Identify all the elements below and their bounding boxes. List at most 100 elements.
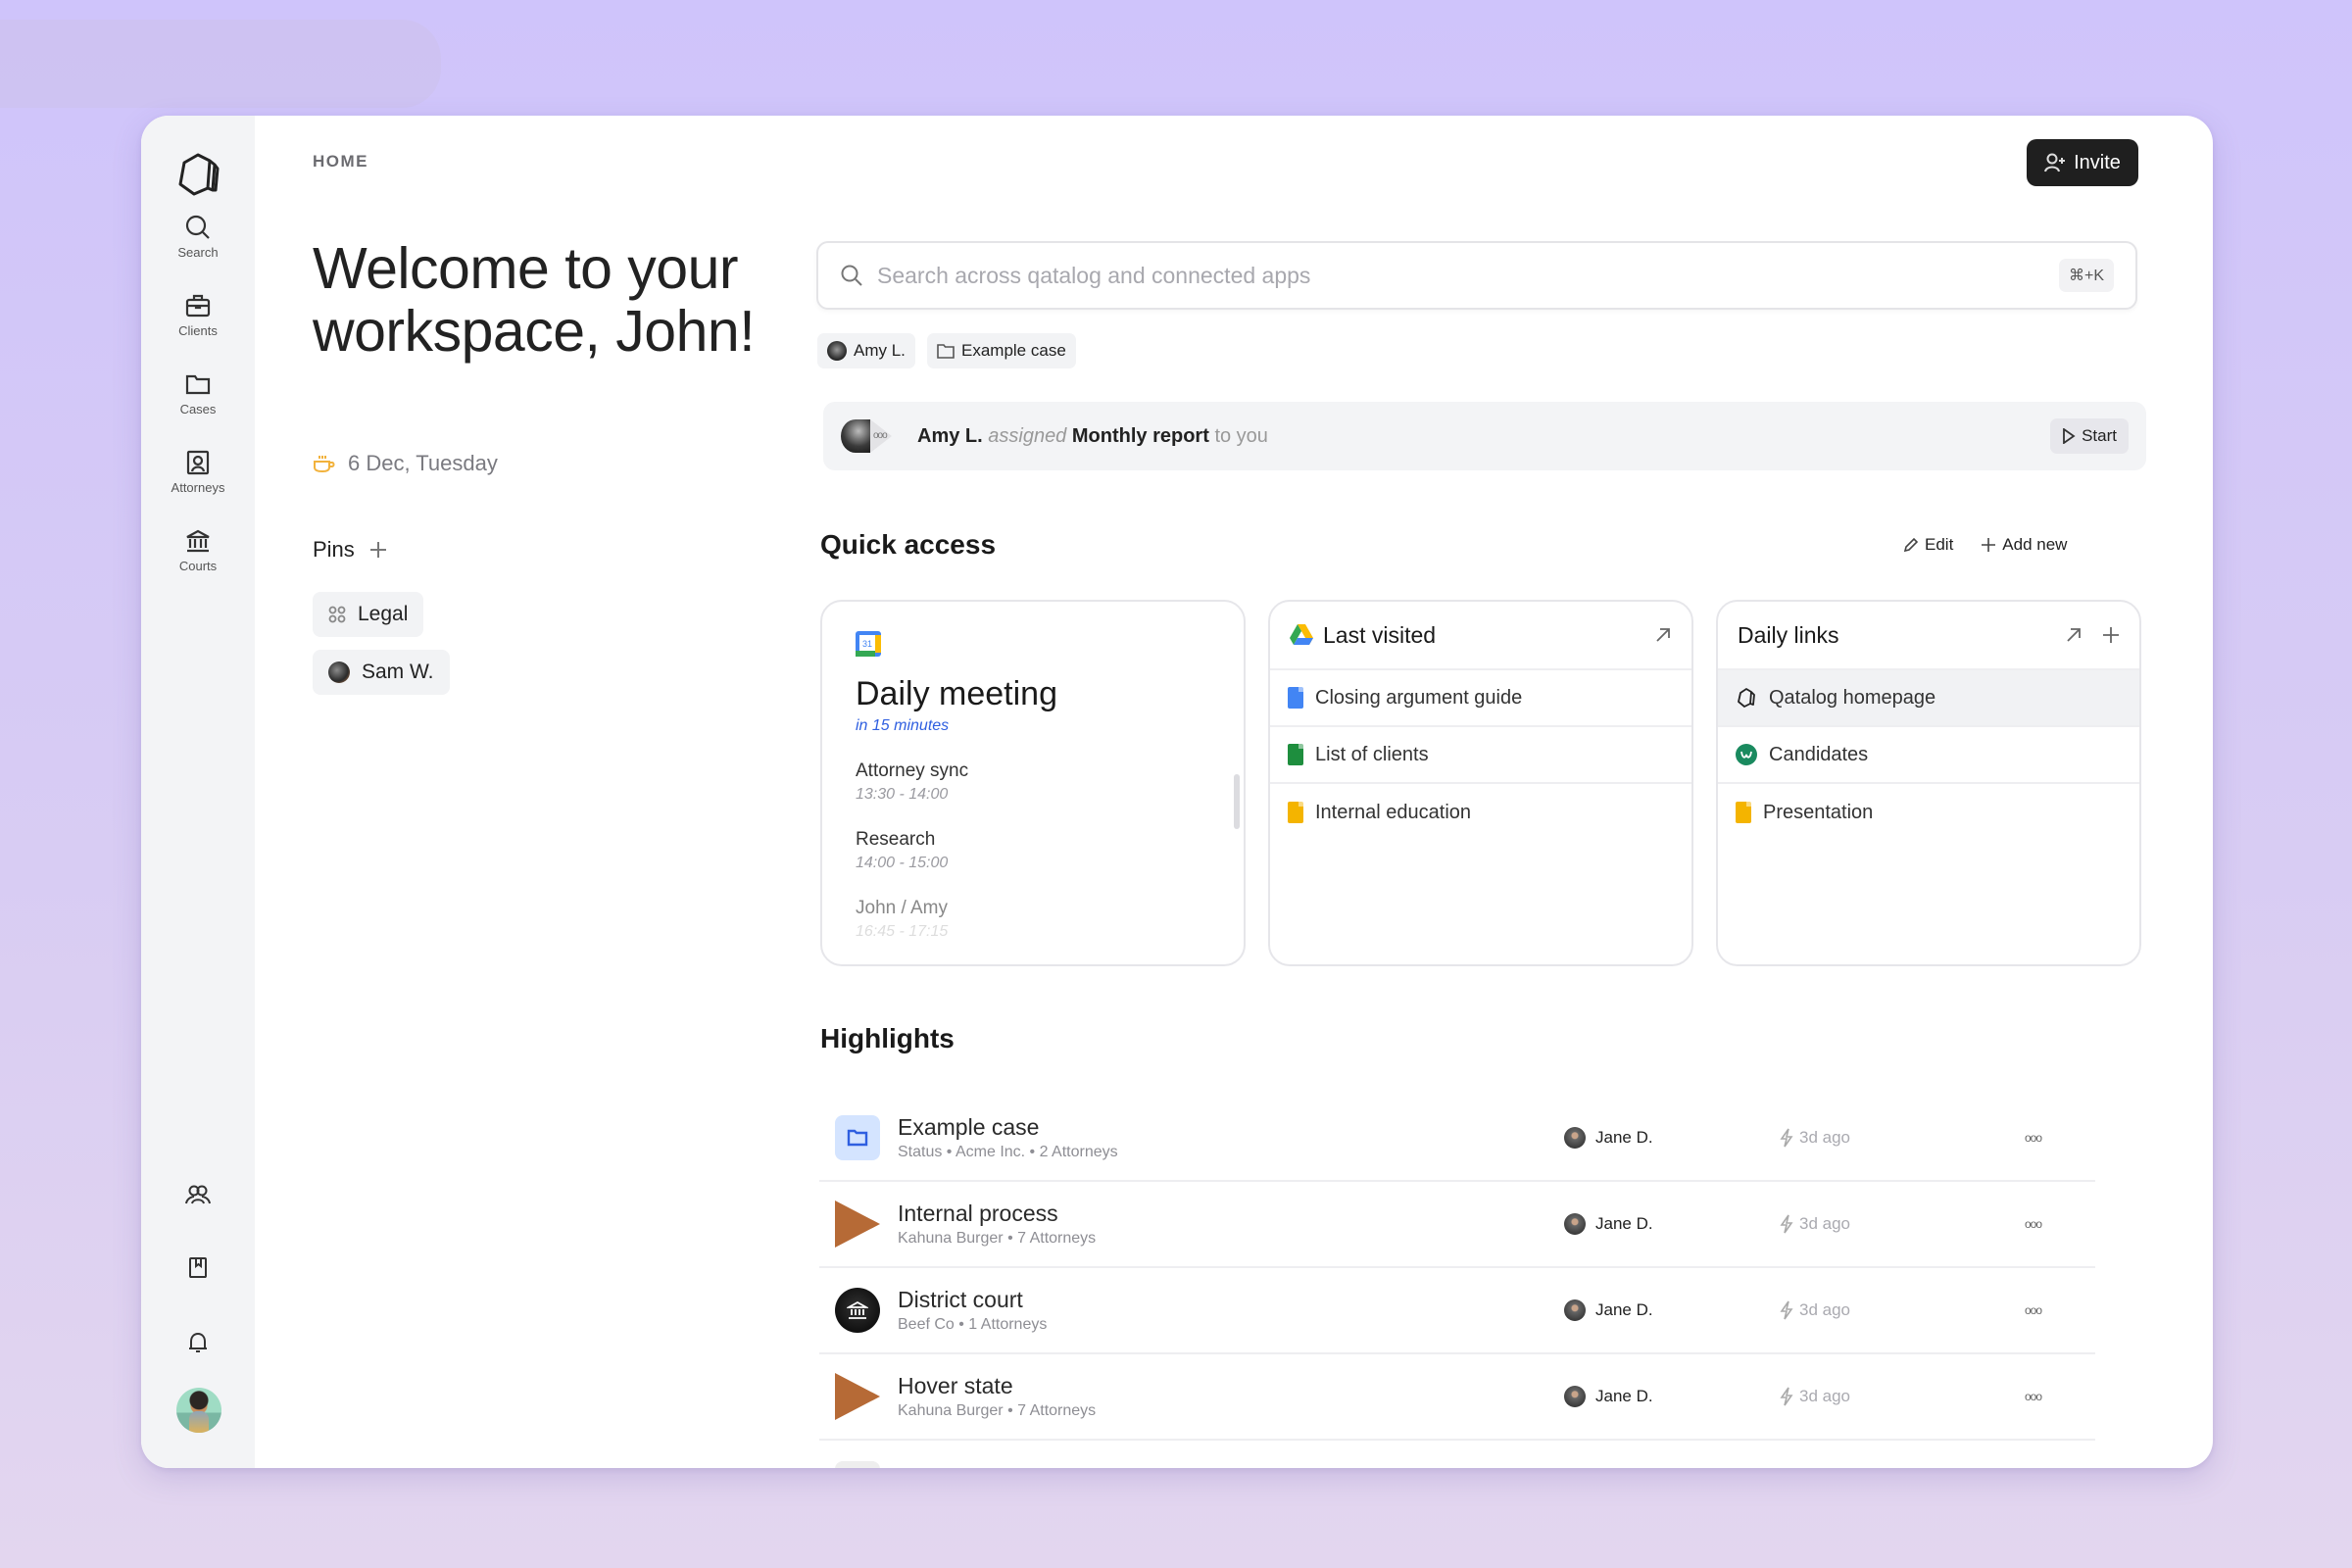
plus-icon[interactable] (2102, 626, 2120, 644)
owner-name: Jane D. (1595, 1387, 1653, 1405)
list-item[interactable]: Closing argument guide (1270, 670, 1691, 727)
assignment-text: Amy L. assigned Monthly report to you (917, 425, 1268, 448)
start-button[interactable]: Start (2050, 418, 2129, 454)
more-options-icon[interactable]: ooo (2025, 1303, 2042, 1317)
sidebar-item-label: Clients (178, 323, 218, 338)
assigner-name: Amy L. (917, 424, 983, 447)
sidebar-item-team[interactable] (141, 1184, 255, 1205)
case-icon (835, 1115, 880, 1160)
row-owner[interactable]: Jane D. (1564, 1386, 1780, 1407)
folder-icon (185, 374, 211, 395)
table-row[interactable]: Example case Status • Acme Inc. • 2 Atto… (819, 1096, 2095, 1182)
pin-sam[interactable]: Sam W. (313, 650, 450, 695)
sidebar-item-courts[interactable]: Courts (141, 527, 255, 573)
user-avatar[interactable] (176, 1388, 221, 1433)
page-title: Welcome to your workspace, John! (313, 236, 756, 364)
search-input[interactable] (877, 262, 2059, 289)
google-sheets-icon (1288, 744, 1303, 765)
search-bar[interactable]: ⌘+K (816, 241, 2137, 310)
pins-title: Pins (313, 537, 355, 562)
current-date: 6 Dec, Tuesday (348, 451, 498, 475)
sidebar-item-cases[interactable]: Cases (141, 370, 255, 416)
event-item[interactable]: Attorney sync 13:30 - 14:00 (856, 760, 1210, 804)
courthouse-icon (847, 1300, 868, 1319)
quick-access-title: Quick access (820, 529, 997, 560)
sidebar-item-attorneys[interactable]: Attorneys (141, 449, 255, 495)
add-pin-icon[interactable] (368, 540, 388, 560)
quick-access-actions: Edit Add new (1903, 535, 2067, 555)
list-item[interactable]: Candidates (1718, 727, 2139, 784)
row-owner[interactable]: Jane D. (1564, 1127, 1780, 1149)
google-calendar-icon: 31 (856, 631, 881, 657)
assignment-notification[interactable]: ooo Amy L. assigned Monthly report to yo… (823, 402, 2146, 470)
sidebar: Search Clients Cases Attorneys Courts (141, 116, 255, 1468)
app-window: Search Clients Cases Attorneys Courts HO… (141, 116, 2213, 1468)
grid-icon (328, 606, 346, 623)
qatalog-logo-icon[interactable] (172, 149, 223, 200)
avatar (1564, 1127, 1586, 1149)
chip-label: Amy L. (854, 341, 906, 360)
case-icon (835, 1461, 880, 1468)
time-label: 3d ago (1799, 1128, 1850, 1147)
row-time: 3d ago (1780, 1300, 2025, 1320)
courthouse-icon (186, 529, 210, 553)
add-new-button[interactable]: Add new (1981, 535, 2067, 555)
invite-button[interactable]: Invite (2027, 139, 2138, 186)
sidebar-item-notifications[interactable] (141, 1331, 255, 1354)
time-label: 3d ago (1799, 1300, 1850, 1319)
sidebar-item-clients[interactable]: Clients (141, 292, 255, 338)
row-time: 3d ago (1780, 1214, 2025, 1234)
sidebar-item-search[interactable]: Search (141, 214, 255, 260)
event-title: Attorney sync (856, 760, 969, 781)
pin-label: Legal (358, 603, 409, 625)
more-dots-icon: ooo (873, 430, 888, 441)
row-owner[interactable]: Jane D. (1564, 1299, 1780, 1321)
list-item[interactable]: Qatalog homepage (1718, 670, 2139, 727)
search-icon (185, 215, 210, 239)
edit-button[interactable]: Edit (1903, 535, 1953, 555)
row-owner[interactable]: Jane D. (1564, 1213, 1780, 1235)
avatar (1564, 1213, 1586, 1235)
table-row[interactable]: District court Beef Co • 1 Attorneys Jan… (819, 1268, 2095, 1354)
row-time: 3d ago (1780, 1387, 2025, 1406)
event-item[interactable]: John / Amy 16:45 - 17:15 (856, 898, 1210, 941)
table-row[interactable]: Internal process Kahuna Burger • 7 Attor… (819, 1182, 2095, 1268)
list-item[interactable]: Internal education (1270, 784, 1691, 841)
table-row[interactable]: Case (819, 1441, 2095, 1468)
more-options-icon[interactable]: ooo (2025, 1131, 2042, 1145)
table-row[interactable]: Hover state Kahuna Burger • 7 Attorneys … (819, 1354, 2095, 1441)
search-chip-example-case[interactable]: Example case (927, 333, 1076, 368)
row-title: Example case (898, 1114, 1040, 1140)
more-options-icon[interactable]: ooo (2025, 1390, 2042, 1403)
scrollbar[interactable] (1234, 774, 1240, 829)
sidebar-item-label: Search (177, 245, 219, 260)
meeting-countdown: in 15 minutes (856, 717, 950, 734)
owner-name: Jane D. (1595, 1300, 1653, 1319)
assignment-tail: to you (1214, 424, 1268, 447)
event-item[interactable]: Research 14:00 - 15:00 (856, 829, 1210, 872)
open-external-icon[interactable] (1654, 626, 1672, 644)
avatar (827, 341, 847, 361)
pin-legal[interactable]: Legal (313, 592, 424, 637)
breadcrumb[interactable]: HOME (313, 152, 368, 172)
assigned-task[interactable]: Monthly report (1072, 425, 1209, 447)
list-item[interactable]: List of clients (1270, 727, 1691, 784)
open-external-icon[interactable] (2065, 626, 2082, 644)
time-label: 3d ago (1799, 1387, 1850, 1405)
search-chip-amy[interactable]: Amy L. (817, 333, 915, 368)
avatar (841, 419, 870, 453)
row-title: Hover state (898, 1373, 1013, 1398)
coffee-cup-icon (314, 456, 335, 473)
more-options-icon[interactable]: ooo (2025, 1217, 2042, 1231)
meeting-card[interactable]: 31 Daily meeting in 15 minutes Attorney … (820, 600, 1246, 966)
card-header: Daily links (1718, 602, 2139, 670)
list-item[interactable]: Presentation (1718, 784, 2139, 841)
row-title: Internal process (898, 1200, 1058, 1226)
event-time: 14:00 - 15:00 (856, 855, 949, 871)
row-meta: Kahuna Burger • 7 Attorneys (898, 1230, 1097, 1247)
pin-label: Sam W. (362, 661, 434, 683)
sidebar-item-library[interactable] (141, 1256, 255, 1280)
lightning-icon (1780, 1300, 1793, 1320)
sidebar-item-label: Cases (179, 402, 217, 416)
item-label: Presentation (1763, 801, 1874, 823)
